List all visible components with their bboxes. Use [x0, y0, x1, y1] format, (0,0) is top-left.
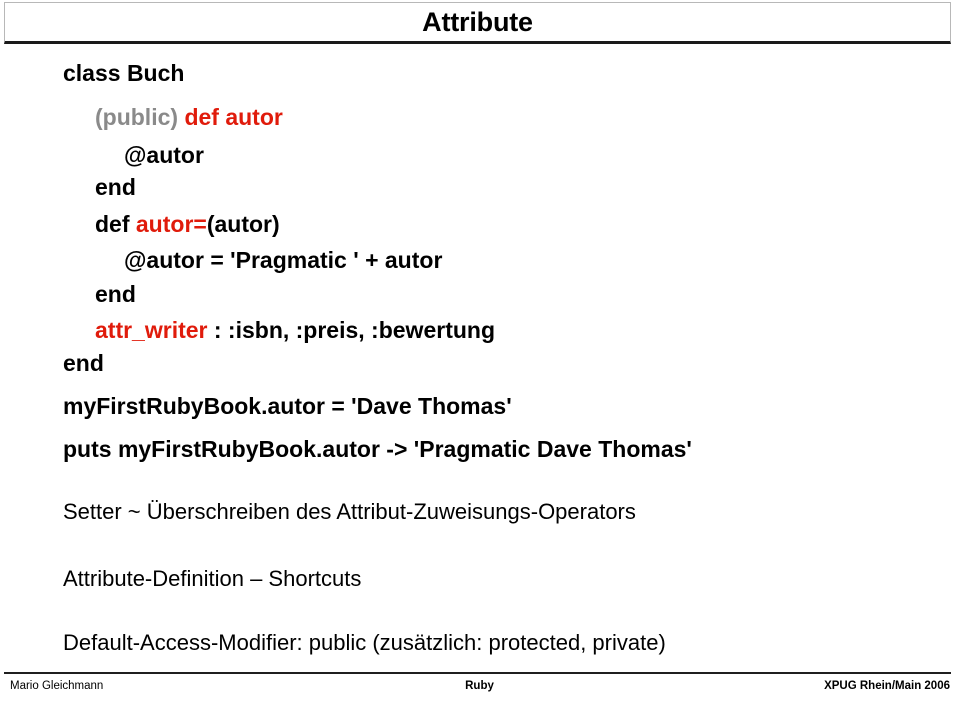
line-at-autor-assign: @autor = 'Pragmatic ' + autor [124, 249, 442, 272]
note-shortcuts: Attribute-Definition – Shortcuts [63, 566, 362, 591]
code-token: : :isbn, :preis, :bewertung [207, 317, 495, 343]
code-token: class Buch [63, 60, 185, 86]
footer-event: XPUG Rhein/Main 2006 [824, 680, 950, 692]
code-token: (public) [95, 104, 185, 130]
line-at-autor: @autor [124, 144, 204, 167]
code-token: end [95, 174, 136, 200]
line-end-getter: end [95, 176, 136, 199]
line-end-class: end [63, 352, 104, 375]
note-setter: Setter ~ Überschreiben des Attribut-Zuwe… [63, 499, 636, 524]
code-token: autor= [135, 211, 207, 237]
code-token: end [95, 281, 136, 307]
footer-divider [4, 672, 951, 674]
footer-topic: Ruby [465, 680, 494, 692]
line-def-autor-setter: def autor=(autor) [95, 213, 280, 236]
code-token: @autor = 'Pragmatic ' + autor [124, 247, 443, 273]
slide-title-bar: Attribute [4, 2, 951, 44]
stmt-puts-autor: puts myFirstRubyBook.autor -> 'Pragmatic… [63, 436, 692, 462]
line-class-buch: class Buch [63, 62, 184, 85]
code-token: def autor [184, 104, 283, 130]
note-default-access: Default-Access-Modifier: public (zusätzl… [63, 630, 666, 655]
code-token: end [63, 350, 104, 376]
code-token: def [95, 211, 136, 237]
line-public-def-autor: (public) def autor [95, 106, 283, 129]
slide-content: class Buch (public) def autor @autor end def… [0, 44, 959, 669]
code-token: attr_writer [95, 317, 208, 343]
line-end-setter: end [95, 283, 136, 306]
code-token: (autor) [206, 211, 280, 237]
code-token: @autor [124, 142, 204, 168]
slide-footer: Mario Gleichmann Ruby XPUG Rhein/Main 20… [0, 680, 959, 701]
line-attr-writer: attr_writer : :isbn, :preis, :bewertung [95, 319, 495, 342]
stmt-assign-autor: myFirstRubyBook.autor = 'Dave Thomas' [63, 393, 512, 419]
page-title: Attribute [422, 6, 533, 37]
